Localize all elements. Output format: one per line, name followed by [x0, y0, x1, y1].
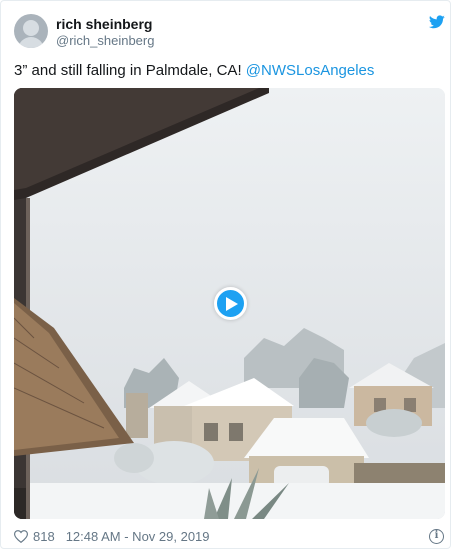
tweet-body: 3” and still falling in Palmdale, CA!: [14, 62, 246, 79]
avatar-head: [23, 20, 39, 36]
tweet-timestamp[interactable]: 12:48 AM - Nov 29, 2019: [66, 529, 210, 544]
avatar[interactable]: [14, 14, 48, 48]
tweet-embed: rich sheinberg @rich_sheinberg 3” and st…: [0, 0, 451, 549]
avatar-shoulders: [18, 37, 44, 48]
heart-icon[interactable]: [14, 530, 28, 543]
video-player[interactable]: [14, 88, 445, 519]
display-name[interactable]: rich sheinberg: [56, 16, 152, 32]
info-icon[interactable]: i: [429, 529, 444, 544]
like-count[interactable]: 818: [33, 529, 55, 544]
tweet-text: 3” and still falling in Palmdale, CA! @N…: [14, 62, 374, 79]
play-icon: [226, 297, 238, 311]
mention-link[interactable]: @NWSLosAngeles: [246, 62, 375, 79]
user-handle[interactable]: @rich_sheinberg: [56, 33, 154, 48]
twitter-bird-icon[interactable]: [429, 15, 445, 29]
play-button[interactable]: [214, 287, 247, 320]
tweet-footer: 818 12:48 AM - Nov 29, 2019: [14, 529, 210, 544]
